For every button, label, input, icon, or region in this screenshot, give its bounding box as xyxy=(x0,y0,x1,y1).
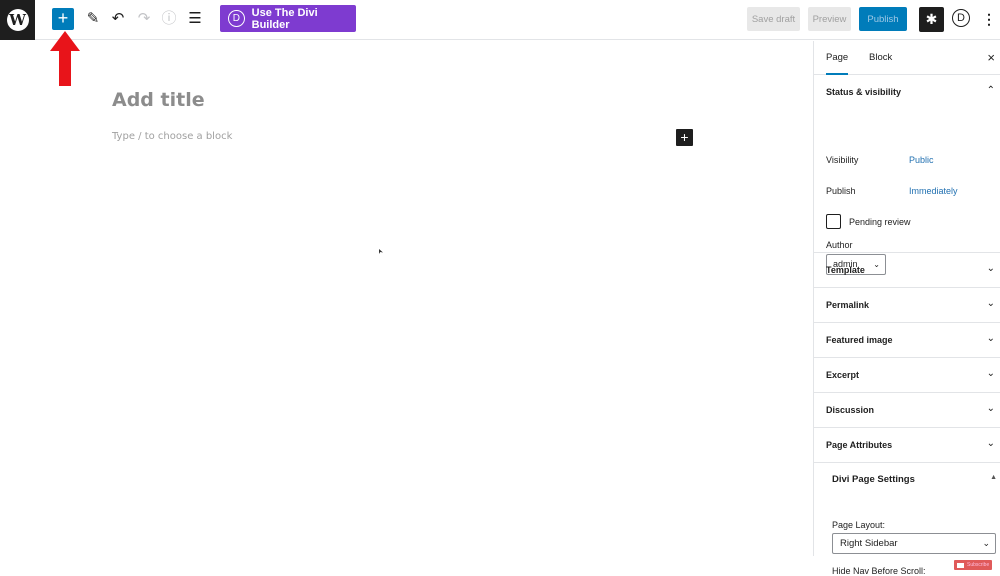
panel-title: Discussion xyxy=(826,405,875,415)
visibility-value-link[interactable]: Public xyxy=(909,155,934,165)
editor-header: W + ✎ ↶ ↷ ⓘ ☰ D Use The Divi Builder Sav… xyxy=(0,0,1000,40)
more-options-icon[interactable]: ⋮ xyxy=(982,9,996,29)
panel-title: Excerpt xyxy=(826,370,860,380)
chevron-down-icon: ⌄ xyxy=(986,438,995,449)
collapse-triangle-icon[interactable]: ▲ xyxy=(990,474,997,481)
youtube-icon xyxy=(957,562,964,568)
panel-excerpt[interactable]: Excerpt ⌄ xyxy=(814,358,1000,393)
block-placeholder[interactable]: Type / to choose a block xyxy=(112,131,232,142)
redo-icon[interactable]: ↷ xyxy=(134,9,154,29)
panel-permalink[interactable]: Permalink ⌄ xyxy=(814,288,1000,323)
panel-template[interactable]: Template ⌄ xyxy=(814,253,1000,288)
inline-add-block-button[interactable]: + xyxy=(676,129,693,146)
wordpress-icon: W xyxy=(6,9,29,31)
panel-discussion[interactable]: Discussion ⌄ xyxy=(814,393,1000,428)
divi-icon-button[interactable]: D xyxy=(952,9,970,27)
subscribe-label: Subscribe xyxy=(967,562,990,568)
undo-icon[interactable]: ↶ xyxy=(108,9,128,29)
panel-title: Permalink xyxy=(826,300,870,310)
editor-canvas[interactable] xyxy=(0,41,813,556)
publish-date-link[interactable]: Immediately xyxy=(909,186,958,196)
settings-gear-icon[interactable]: ✱ xyxy=(919,7,944,32)
chevron-down-icon: ⌄ xyxy=(986,333,995,344)
author-label: Author xyxy=(826,240,853,250)
divi-page-settings-panel: Divi Page Settings ▲ Page Layout: Right … xyxy=(814,463,1000,576)
panel-featured-image[interactable]: Featured image ⌄ xyxy=(814,323,1000,358)
publish-button[interactable]: Publish xyxy=(859,7,907,31)
publish-label: Publish xyxy=(826,186,856,196)
close-icon[interactable]: × xyxy=(987,50,995,65)
chevron-down-icon: ⌄ xyxy=(986,368,995,379)
divi-button-label: Use The Divi Builder xyxy=(251,6,318,31)
settings-sidebar: Page Block × Status & visibility ⌃ Visib… xyxy=(813,41,1000,576)
panel-page-attributes[interactable]: Page Attributes ⌄ xyxy=(814,428,1000,463)
add-block-button[interactable]: + xyxy=(52,8,74,30)
sidebar-tabs: Page Block × xyxy=(814,41,1000,75)
preview-button[interactable]: Preview xyxy=(808,7,851,31)
panel-title: Page Attributes xyxy=(826,440,893,450)
panel-title: Featured image xyxy=(826,335,893,345)
tab-page[interactable]: Page xyxy=(826,52,849,75)
list-view-icon[interactable]: ☰ xyxy=(185,9,205,29)
pending-review-checkbox[interactable] xyxy=(826,214,841,229)
divi-settings-title[interactable]: Divi Page Settings xyxy=(832,474,915,485)
page-layout-value: Right Sidebar xyxy=(840,538,898,549)
divi-logo-icon: D xyxy=(228,10,245,27)
chevron-down-icon: ⌄ xyxy=(986,403,995,414)
page-layout-label: Page Layout: xyxy=(832,520,886,530)
use-divi-builder-button[interactable]: D Use The Divi Builder xyxy=(220,5,356,32)
chevron-down-icon: ⌄ xyxy=(986,263,995,274)
info-icon[interactable]: ⓘ xyxy=(159,9,179,29)
visibility-label: Visibility xyxy=(826,155,859,165)
edit-tool-icon[interactable]: ✎ xyxy=(83,9,103,29)
chevron-down-icon: ⌄ xyxy=(986,298,995,309)
panel-title[interactable]: Status & visibility xyxy=(826,87,901,97)
chevron-down-icon: ⌄ xyxy=(982,538,990,548)
panel-title: Template xyxy=(826,265,865,275)
wordpress-logo-button[interactable]: W xyxy=(0,0,35,40)
save-draft-button[interactable]: Save draft xyxy=(747,7,800,31)
hide-nav-label: Hide Nav Before Scroll: xyxy=(832,566,926,576)
title-input[interactable]: Add title xyxy=(112,89,205,111)
panel-status-visibility: Status & visibility ⌃ Visibility Public … xyxy=(814,75,1000,275)
subscribe-badge[interactable]: Subscribe xyxy=(954,560,992,570)
tab-block[interactable]: Block xyxy=(869,52,892,63)
page-layout-select[interactable]: Right Sidebar ⌄ xyxy=(832,533,996,554)
chevron-up-icon[interactable]: ⌃ xyxy=(987,85,995,96)
pending-review-label: Pending review xyxy=(849,217,911,227)
